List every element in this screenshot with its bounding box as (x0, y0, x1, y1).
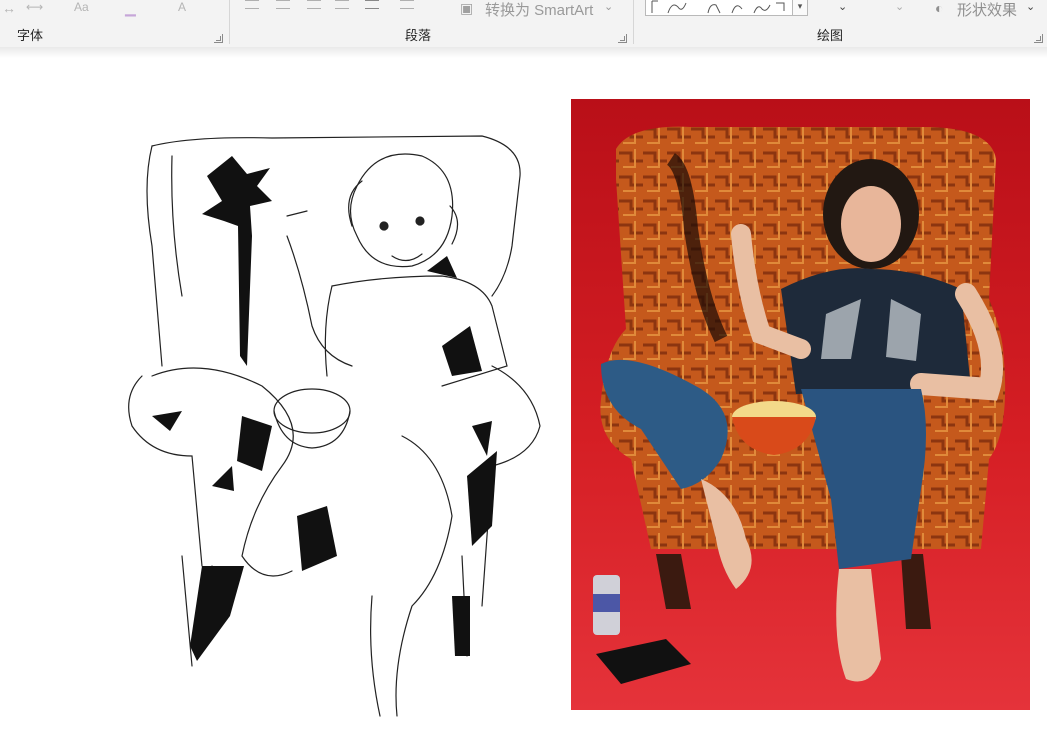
paragraph-group: ▣ 转换为 SmartArt ⌄ 段落 (230, 0, 632, 47)
align-center-icon[interactable] (276, 0, 290, 9)
gallery-more-button[interactable]: ▾ (792, 0, 808, 16)
chevron-down-icon[interactable]: ⌄ (1026, 0, 1035, 13)
smartart-icon[interactable]: ▣ (460, 0, 473, 17)
change-case-icon[interactable]: ⟷ (26, 0, 43, 14)
font-group: ↔ ⟷ Aa ▁ A 字体 (0, 0, 228, 47)
highlight-icon[interactable]: ▁ (125, 0, 136, 17)
shape-effects-icon[interactable]: ◐ (935, 0, 943, 16)
align-left-icon[interactable] (245, 0, 259, 9)
paragraph-group-label: 段落 (405, 29, 432, 44)
reference-photo[interactable] (571, 99, 1030, 710)
chevron-down-icon[interactable]: ⌄ (604, 0, 613, 13)
shapes-gallery-icons (651, 0, 785, 14)
align-right-icon[interactable] (307, 0, 321, 9)
chevron-down-icon[interactable]: ⌄ (838, 0, 847, 13)
font-dialog-launcher[interactable] (214, 34, 223, 43)
ribbon: ↔ ⟷ Aa ▁ A 字体 ▣ 转换为 SmartArt ⌄ 段落 绘图 ▾ ⌄… (0, 0, 1047, 48)
paragraph-dialog-launcher[interactable] (618, 34, 627, 43)
font-color-icon[interactable]: A (178, 0, 186, 14)
drawing-group-label: 绘图 (817, 29, 844, 44)
justify-icon[interactable] (335, 0, 349, 9)
convert-smartart-button[interactable]: 转换为 SmartArt (485, 0, 593, 20)
font-group-label: 字体 (17, 29, 44, 44)
distributed-icon[interactable] (365, 0, 379, 9)
columns-icon[interactable] (400, 0, 414, 9)
chevron-down-icon[interactable]: ⌄ (895, 0, 904, 13)
shape-effects-button[interactable]: 形状效果 (957, 0, 1017, 20)
shapes-gallery[interactable] (645, 0, 793, 16)
font-size-icon[interactable]: Aa (74, 0, 89, 14)
drawing-dialog-launcher[interactable] (1034, 34, 1043, 43)
ribbon-shadow (0, 47, 1047, 58)
sketch-illustration[interactable] (112, 126, 544, 726)
clear-format-icon[interactable]: ↔ (2, 0, 16, 16)
